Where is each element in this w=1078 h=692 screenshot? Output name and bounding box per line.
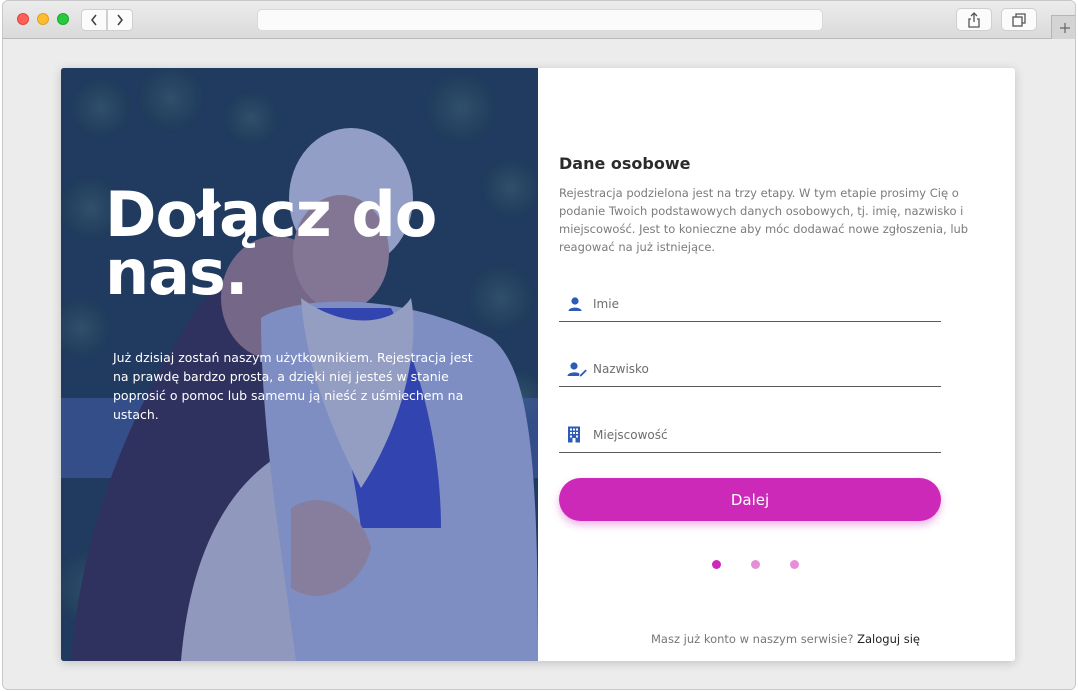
address-bar[interactable]	[257, 9, 823, 31]
login-prompt: Masz już konto w naszym serwisie? Zalogu…	[651, 632, 920, 646]
forward-button[interactable]	[107, 9, 133, 31]
form-title: Dane osobowe	[559, 154, 691, 173]
step-dot-2	[751, 560, 760, 569]
last-name-field	[559, 351, 941, 387]
last-name-input[interactable]	[587, 361, 941, 376]
step-dot-1	[712, 560, 721, 569]
close-window-button[interactable]	[17, 13, 29, 25]
maximize-window-button[interactable]	[57, 13, 69, 25]
new-tab-button[interactable]	[1051, 15, 1075, 39]
first-name-field	[559, 286, 941, 322]
chevron-left-icon	[90, 14, 97, 26]
city-field	[559, 417, 941, 453]
step-dot-3	[790, 560, 799, 569]
user-icon	[559, 296, 587, 312]
tabs-icon	[1012, 12, 1026, 27]
hero-panel: Dołącz do nas. Już dzisiaj zostań naszym…	[61, 68, 538, 661]
step-indicator	[712, 560, 799, 569]
plus-icon	[1059, 22, 1070, 33]
registration-form: Dane osobowe Rejestracja podzielona jest…	[559, 68, 1015, 661]
next-button[interactable]: Dalej	[559, 478, 941, 521]
form-description: Rejestracja podzielona jest na trzy etap…	[559, 186, 969, 254]
user-edit-icon	[559, 361, 587, 377]
browser-titlebar	[3, 1, 1075, 39]
building-icon	[559, 426, 587, 443]
registration-card: Dołącz do nas. Już dzisiaj zostań naszym…	[61, 68, 1015, 661]
share-icon	[968, 11, 980, 28]
back-button[interactable]	[81, 9, 107, 31]
page-viewport: Dołącz do nas. Już dzisiaj zostań naszym…	[3, 39, 1075, 689]
first-name-input[interactable]	[587, 296, 941, 311]
chevron-right-icon	[117, 14, 124, 26]
minimize-window-button[interactable]	[37, 13, 49, 25]
login-link[interactable]: Zaloguj się	[857, 632, 920, 646]
share-button[interactable]	[956, 8, 992, 31]
city-input[interactable]	[587, 427, 941, 442]
show-tabs-button[interactable]	[1001, 8, 1037, 31]
browser-window: Dołącz do nas. Już dzisiaj zostań naszym…	[2, 0, 1076, 690]
hero-title: Dołącz do nas.	[105, 178, 437, 309]
hero-text: Już dzisiaj zostań naszym użytkownikiem.…	[113, 350, 473, 422]
login-prompt-text: Masz już konto w naszym serwisie?	[651, 632, 854, 646]
